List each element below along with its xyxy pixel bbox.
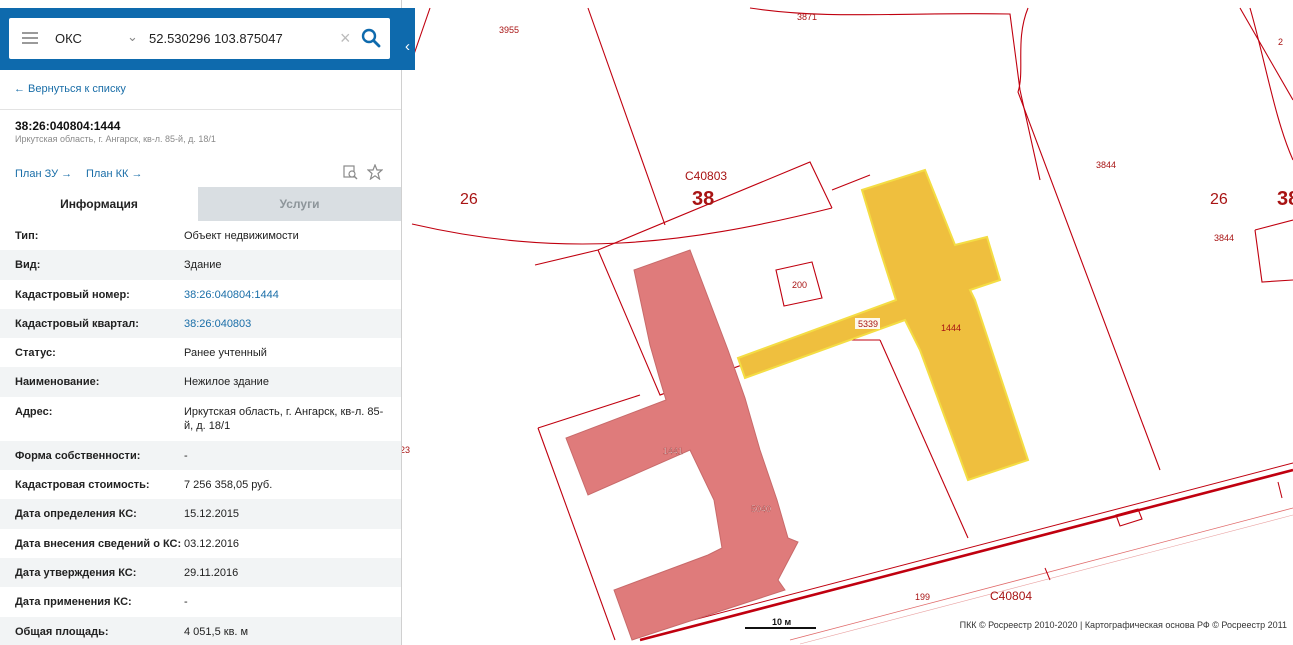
parcel-label-3844-a: 3844 (1096, 160, 1116, 170)
plan-zu-link[interactable]: План ЗУ → (15, 168, 72, 180)
collapse-panel-icon[interactable]: ‹ (400, 28, 415, 66)
attribute-row: Кадастровая стоимость: 7 256 358,05 руб. (0, 470, 401, 499)
attribute-value: Иркутская область, г. Ангарск, кв-л. 85-… (184, 405, 384, 432)
attribute-key: Кадастровая стоимость: (15, 479, 150, 492)
attribute-key: Статус: (15, 347, 56, 360)
attribute-row: Форма собственности: - (0, 440, 401, 471)
attribute-row: Общая площадь: 4 051,5 кв. м (0, 616, 401, 645)
building-label-1444: 1444 (941, 323, 961, 333)
parcel-label-5339: 5339 (858, 319, 878, 329)
district-label-26-right: 26 (1210, 191, 1228, 208)
map-scale-bar: 10 м (745, 617, 816, 629)
attribute-row: Дата внесения сведений о КС: 03.12.2016 (0, 529, 401, 558)
building-label-1441: 1441 (663, 446, 683, 456)
attribute-row: Наименование: Нежилое здание (0, 367, 401, 397)
attribute-key: Кадастровый квартал: (15, 317, 139, 330)
attribute-value: Ранее учтенный (184, 347, 267, 360)
parcel-label-3844-b: 3844 (1214, 233, 1234, 243)
back-to-list-link[interactable]: ← Вернуться к списку (14, 83, 126, 95)
clear-search-icon[interactable]: × (340, 28, 351, 48)
district-label-26-left: 26 (460, 191, 478, 208)
attribute-value: 7 256 358,05 руб. (184, 479, 273, 492)
block-label-c40804: С40804 (990, 589, 1032, 603)
attribute-key: Дата внесения сведений о КС: (15, 537, 182, 550)
scale-line (745, 627, 816, 629)
attribute-key: Форма собственности: (15, 449, 141, 462)
hamburger-menu-icon[interactable] (22, 32, 38, 45)
object-cad-number: 38:26:040804:1444 (15, 119, 121, 133)
parcel-label-3871: 3871 (797, 12, 817, 22)
info-panel: ← Вернуться к списку 38:26:040804:1444 И… (0, 0, 402, 645)
search-icon[interactable] (360, 27, 382, 49)
attribute-row: Тип: Объект недвижимости (0, 221, 401, 250)
attribute-row: Кадастровый номер: 38:26:040804:1444 (0, 280, 401, 309)
object-address: Иркутская область, г. Ангарск, кв-л. 85-… (15, 134, 216, 144)
plan-kk-link[interactable]: План КК → (86, 168, 142, 180)
attribute-row: Адрес: Иркутская область, г. Ангарск, кв-… (0, 397, 401, 441)
attribute-value: Объект недвижимости (184, 230, 299, 242)
divider (0, 109, 401, 110)
coordinates-search-input[interactable] (149, 18, 339, 59)
attribute-key: Дата применения КС: (15, 596, 132, 609)
attribute-value: 15.12.2015 (184, 508, 240, 521)
attribute-key: Кадастровый номер: (15, 288, 130, 301)
attribute-row: Статус: Ранее учтенный (0, 338, 401, 367)
attributes-table: Тип: Объект недвижимости Вид: Здание Кадастр… (0, 221, 401, 645)
attribute-key: Наименование: (15, 376, 100, 389)
attribute-value: 4 051,5 кв. м (184, 625, 249, 638)
search-box: ОКС ⌄ × (9, 18, 390, 59)
region-label-38-right: 38 (1277, 188, 1293, 210)
attribute-value: - (184, 449, 188, 462)
block-label-c40803: С40803 (685, 169, 727, 183)
attribute-value: 29.11.2016 (184, 566, 239, 579)
parcel-label-199: 199 (915, 592, 930, 602)
attribute-value: - (184, 596, 188, 609)
attribute-value: Нежилое здание (184, 376, 269, 389)
parcel-label-2: 2 (1278, 37, 1283, 47)
parcel-label-200: 200 (792, 280, 807, 290)
scale-label: 10 м (772, 617, 792, 627)
attribute-value[interactable]: 38:26:040803 (184, 317, 384, 338)
panel-tabs: Информация Услуги (0, 187, 401, 221)
attribute-key: Тип: (15, 230, 39, 242)
attribute-row: Дата применения КС: - (0, 587, 401, 616)
tab-information[interactable]: Информация (0, 187, 198, 221)
attribute-row: Вид: Здание (0, 250, 401, 280)
attribute-value[interactable]: 38:26:040804:1444 (184, 288, 384, 309)
attribute-row: Дата утверждения КС: 29.11.2016 (0, 557, 401, 588)
attribute-key: Адрес: (15, 405, 53, 418)
attribute-row: Кадастровый квартал: 38:26:040803 (0, 308, 401, 339)
attribute-row: Дата определения КС: 15.12.2015 (0, 499, 401, 529)
attribute-value: 03.12.2016 (184, 537, 240, 550)
parcel-label-5040: 5040 (751, 504, 771, 514)
tab-services[interactable]: Услуги (198, 187, 401, 221)
parcel-label-3955: 3955 (499, 25, 519, 35)
attribute-key: Вид: (15, 259, 41, 272)
attribute-value: Здание (184, 259, 222, 272)
attribute-key: Дата утверждения КС: (15, 566, 137, 579)
zoom-to-object-icon[interactable] (342, 164, 358, 180)
attribute-key: Дата определения КС: (15, 508, 137, 521)
favorite-star-icon[interactable] (366, 163, 384, 181)
chevron-down-icon[interactable]: ⌄ (127, 29, 138, 45)
map-copyright: ПКК © Росреестр 2010-2020 | Картографиче… (953, 618, 1293, 632)
search-header: ОКС ⌄ × ‹ (0, 8, 415, 70)
region-label-38: 38 (692, 188, 714, 210)
attribute-key: Общая площадь: (15, 625, 109, 638)
